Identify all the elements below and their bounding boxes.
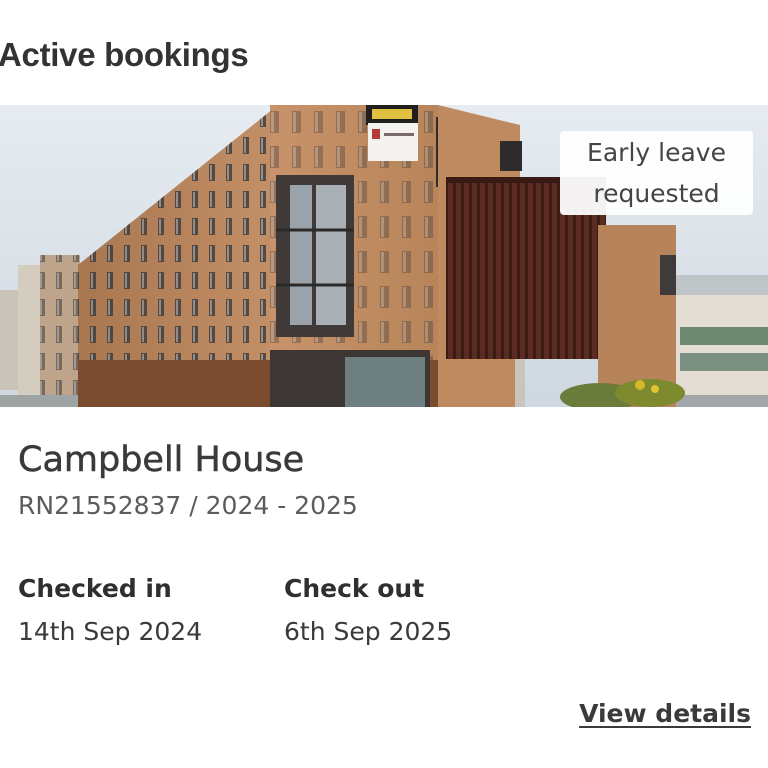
property-name: Campbell House — [18, 440, 305, 481]
status-badge-text: Early leave requested — [587, 138, 726, 208]
check-out-date: 6th Sep 2025 — [284, 617, 453, 646]
section-header: Active bookings — [0, 0, 768, 105]
checked-in-label: Checked in — [18, 574, 172, 603]
booking-reference: RN21552837 / 2024 - 2025 — [18, 491, 358, 520]
status-badge: Early leave requested — [560, 131, 753, 215]
section-title: Active bookings — [0, 36, 249, 73]
checked-in-date: 14th Sep 2024 — [18, 617, 203, 646]
check-out-label: Check out — [284, 574, 425, 603]
view-details-link[interactable]: View details — [579, 699, 751, 728]
